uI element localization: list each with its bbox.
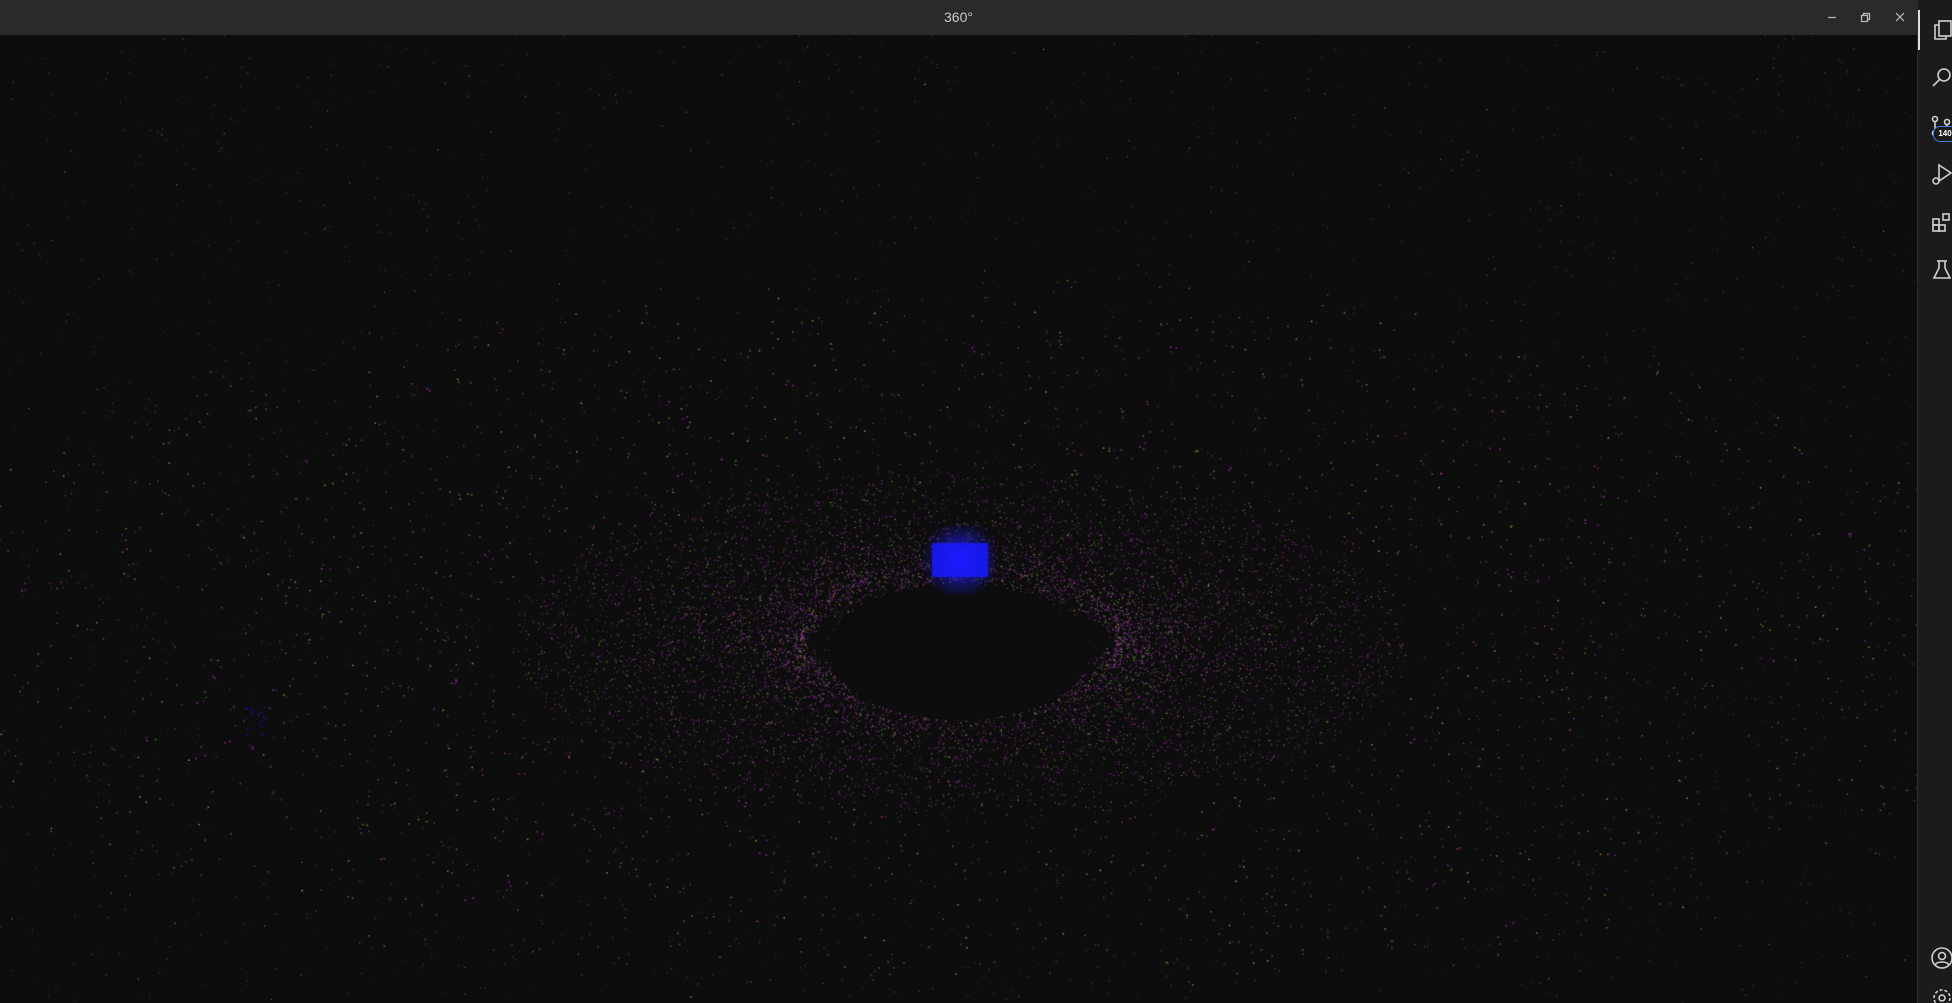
activity-bar: 140 [1917, 0, 1952, 1003]
particle-viewport[interactable] [0, 35, 1917, 1003]
activity-extensions[interactable] [1918, 202, 1952, 242]
gear-icon [1933, 989, 1951, 1003]
minimize-icon [1828, 16, 1836, 19]
title-bar: 360° [0, 0, 1917, 35]
run-debug-icon [1932, 163, 1952, 185]
activity-testing[interactable] [1918, 250, 1952, 290]
activity-source-control[interactable]: 140 [1918, 106, 1952, 146]
extensions-icon [1932, 213, 1950, 232]
files-icon [1934, 20, 1952, 40]
account-icon [1931, 947, 1952, 969]
source-control-badge: 140 [1933, 126, 1952, 142]
activity-explorer[interactable] [1918, 10, 1952, 50]
activity-accounts[interactable] [1918, 938, 1952, 978]
activity-run-debug[interactable] [1918, 154, 1952, 194]
close-button[interactable] [1886, 4, 1914, 30]
activity-search[interactable] [1918, 58, 1952, 98]
beaker-icon [1932, 260, 1952, 279]
window-title: 360° [944, 9, 973, 25]
close-icon [1895, 12, 1905, 22]
restore-icon [1860, 12, 1871, 23]
restore-button[interactable] [1851, 4, 1879, 30]
particle-canvas[interactable] [0, 35, 1917, 1003]
activity-manage[interactable] [1918, 978, 1952, 1003]
search-icon [1932, 68, 1951, 87]
minimize-button[interactable] [1818, 4, 1846, 30]
